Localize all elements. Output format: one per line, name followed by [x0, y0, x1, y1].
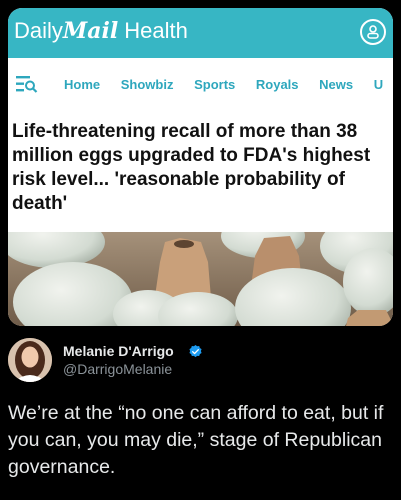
section-label: Health	[124, 18, 188, 43]
eggs-photo	[8, 232, 393, 326]
verified-badge-icon	[189, 344, 202, 358]
nav-bar: Home Showbiz Sports Royals News U	[8, 58, 393, 112]
headline-area: Life-threatening recall of more than 38 …	[8, 112, 393, 232]
nav-item-home[interactable]: Home	[64, 77, 100, 92]
logo-daily: Daily	[14, 18, 63, 43]
nav-item-cutoff[interactable]: U	[374, 77, 383, 92]
article-screenshot-card: DailyMail Health Home Showbiz Sports Roya…	[8, 8, 393, 326]
site-header: DailyMail Health	[8, 8, 393, 58]
nav-item-royals[interactable]: Royals	[256, 77, 299, 92]
user-icon[interactable]	[360, 19, 386, 45]
author-name[interactable]: Melanie D'Arrigo	[63, 343, 174, 359]
menu-search-icon[interactable]	[16, 75, 38, 93]
author-handle[interactable]: @DarrigoMelanie	[63, 361, 172, 377]
logo-mail: Mail	[62, 18, 119, 44]
post-text: We’re at the “no one can afford to eat, …	[8, 402, 384, 478]
avatar[interactable]	[8, 338, 52, 382]
nav-item-sports[interactable]: Sports	[194, 77, 235, 92]
nav-item-showbiz[interactable]: Showbiz	[121, 77, 174, 92]
nav-item-news[interactable]: News	[319, 77, 353, 92]
site-logo[interactable]: DailyMail Health	[14, 18, 188, 44]
article-headline[interactable]: Life-threatening recall of more than 38 …	[12, 120, 390, 216]
